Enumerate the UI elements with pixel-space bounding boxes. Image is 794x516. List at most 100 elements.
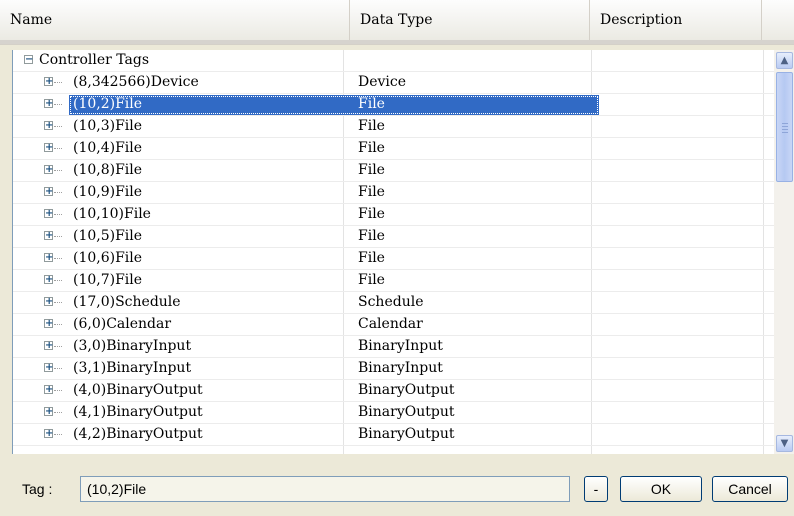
column-header-description-label: Description xyxy=(600,12,683,28)
tree-row[interactable]: + (10,8)File File xyxy=(13,160,775,182)
plus-box-icon[interactable]: + xyxy=(44,143,53,153)
tag-name-cell: (4,1)BinaryOutput xyxy=(73,404,203,420)
minus-button[interactable]: - xyxy=(584,476,608,502)
grip-line xyxy=(782,123,788,124)
tree-connector xyxy=(54,236,62,237)
tree-row[interactable]: + (10,2)File File xyxy=(13,94,775,116)
data-type-cell: File xyxy=(358,206,385,222)
tree-connector xyxy=(54,324,62,325)
tag-name-cell: (10,6)File xyxy=(73,250,143,266)
tree-row[interactable]: + (6,0)Calendar Calendar xyxy=(13,314,775,336)
tag-label: Tag : xyxy=(22,481,53,497)
tree-connector xyxy=(54,346,62,347)
plus-box-icon[interactable]: + xyxy=(44,165,53,175)
tree-root-row[interactable]: − Controller Tags xyxy=(13,50,775,72)
tree-connector xyxy=(54,126,62,127)
tree-row[interactable]: + (4,0)BinaryOutput BinaryOutput xyxy=(13,380,775,402)
tree-row[interactable]: + (10,9)File File xyxy=(13,182,775,204)
collapse-icon[interactable]: − xyxy=(24,55,33,65)
data-type-cell: BinaryOutput xyxy=(358,382,455,398)
data-type-cell: File xyxy=(358,140,385,156)
tree-row[interactable]: + (17,0)Schedule Schedule xyxy=(13,292,775,314)
plus-box-icon[interactable]: + xyxy=(44,121,53,131)
tree-row[interactable]: + (3,0)BinaryInput BinaryInput xyxy=(13,336,775,358)
data-type-cell: BinaryInput xyxy=(358,338,443,354)
plus-box-icon[interactable]: + xyxy=(44,297,53,307)
tag-name-cell: (10,5)File xyxy=(73,228,143,244)
plus-box-icon[interactable]: + xyxy=(44,363,53,373)
selection-highlight xyxy=(69,95,599,115)
data-type-cell: File xyxy=(358,96,385,112)
tree-row[interactable]: + (10,4)File File xyxy=(13,138,775,160)
tag-name-cell: (4,0)BinaryOutput xyxy=(73,382,203,398)
data-type-cell: File xyxy=(358,228,385,244)
data-type-cell: Schedule xyxy=(358,294,424,310)
plus-box-icon[interactable]: + xyxy=(44,319,53,329)
tag-name-cell: (17,0)Schedule xyxy=(73,294,181,310)
tag-name-cell: (10,8)File xyxy=(73,162,143,178)
tree-connector xyxy=(54,434,62,435)
plus-box-icon[interactable]: + xyxy=(44,187,53,197)
tree-row[interactable]: + (10,3)File File xyxy=(13,116,775,138)
plus-box-icon[interactable]: + xyxy=(44,407,53,417)
tag-name-cell: (10,4)File xyxy=(73,140,143,156)
cancel-button[interactable]: Cancel xyxy=(712,476,788,502)
arrow-up-icon[interactable]: ▲ xyxy=(776,52,793,69)
column-header-name[interactable]: Name xyxy=(0,0,350,40)
data-type-cell: File xyxy=(358,184,385,200)
tag-name-cell: (3,0)BinaryInput xyxy=(73,338,192,354)
data-type-cell: BinaryOutput xyxy=(358,426,455,442)
tree-connector xyxy=(54,192,62,193)
grip-line xyxy=(782,126,788,127)
header-separator xyxy=(0,40,794,44)
tag-name-cell: (3,1)BinaryInput xyxy=(73,360,192,376)
column-header-data-type[interactable]: Data Type xyxy=(350,0,590,40)
tag-name-cell: (4,2)BinaryOutput xyxy=(73,426,203,442)
tag-field[interactable]: (10,2)File xyxy=(80,476,570,502)
tree-connector xyxy=(54,82,62,83)
data-type-cell: File xyxy=(358,118,385,134)
tag-name-cell: (10,9)File xyxy=(73,184,143,200)
plus-box-icon[interactable]: + xyxy=(44,275,53,285)
tag-name-cell: (6,0)Calendar xyxy=(73,316,172,332)
data-type-cell: Calendar xyxy=(358,316,423,332)
tree-root-label: Controller Tags xyxy=(39,52,150,68)
tree-row[interactable]: + (4,2)BinaryOutput BinaryOutput xyxy=(13,424,775,446)
plus-box-icon[interactable]: + xyxy=(44,231,53,241)
tree-row[interactable]: + (3,1)BinaryInput BinaryInput xyxy=(13,358,775,380)
tag-name-cell: (8,342566)Device xyxy=(73,74,199,90)
plus-box-icon[interactable]: + xyxy=(44,253,53,263)
arrow-down-icon[interactable]: ▼ xyxy=(776,435,793,452)
tree-connector xyxy=(54,104,62,105)
grip-line xyxy=(782,132,788,133)
plus-box-icon[interactable]: + xyxy=(44,429,53,439)
vertical-scrollbar[interactable]: ▲ ▼ xyxy=(774,50,794,454)
plus-box-icon[interactable]: + xyxy=(44,341,53,351)
tag-name-cell: (10,7)File xyxy=(73,272,143,288)
tag-name-cell: (10,2)File xyxy=(73,96,143,112)
data-type-cell: File xyxy=(358,162,385,178)
grip-line xyxy=(782,129,788,130)
scrollbar-thumb[interactable] xyxy=(776,72,793,182)
plus-box-icon[interactable]: + xyxy=(44,209,53,219)
tag-tree-grid[interactable]: − Controller Tags + (8,342566)Device Devic… xyxy=(12,50,775,454)
tree-connector xyxy=(54,302,62,303)
data-type-cell: Device xyxy=(358,74,407,90)
tree-row[interactable]: + (8,342566)Device Device xyxy=(13,72,775,94)
tree-row[interactable]: + (10,5)File File xyxy=(13,226,775,248)
tree-connector xyxy=(54,390,62,391)
column-header-description[interactable]: Description xyxy=(590,0,762,40)
tree-row[interactable]: + (4,1)BinaryOutput BinaryOutput xyxy=(13,402,775,424)
ok-button[interactable]: OK xyxy=(620,476,702,502)
column-header-data-type-label: Data Type xyxy=(360,12,433,28)
tree-row[interactable]: + (10,10)File File xyxy=(13,204,775,226)
plus-box-icon[interactable]: + xyxy=(44,385,53,395)
tree-connector xyxy=(54,280,62,281)
plus-box-icon[interactable]: + xyxy=(44,77,53,87)
data-type-cell: File xyxy=(358,272,385,288)
tree-row[interactable]: + (10,7)File File xyxy=(13,270,775,292)
tree-connector xyxy=(54,368,62,369)
plus-box-icon[interactable]: + xyxy=(44,99,53,109)
tree-connector xyxy=(54,214,62,215)
tree-row[interactable]: + (10,6)File File xyxy=(13,248,775,270)
